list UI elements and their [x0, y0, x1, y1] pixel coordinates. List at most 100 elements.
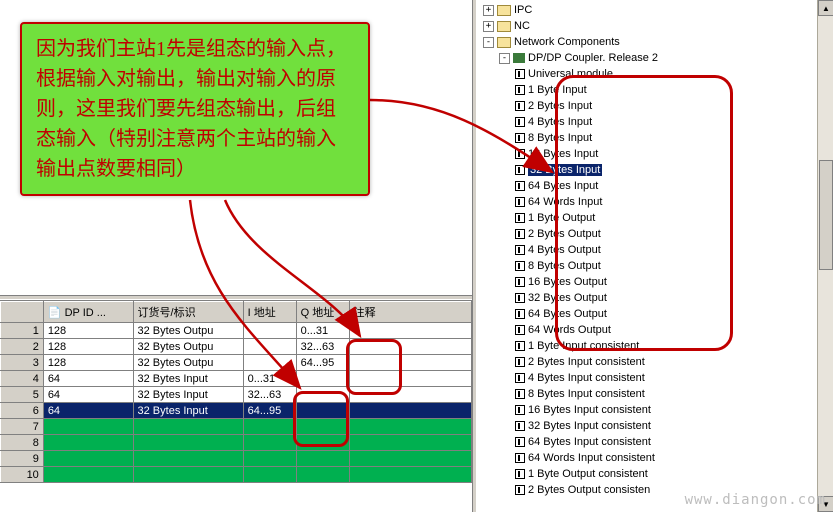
- tree-node-module[interactable]: 16 Bytes Input consistent: [515, 402, 817, 418]
- cell-order[interactable]: 32 Bytes Input: [133, 387, 243, 403]
- tree-node-module[interactable]: 1 Byte Input: [515, 82, 817, 98]
- cell-iaddr[interactable]: [243, 355, 296, 371]
- cell-iaddr[interactable]: [243, 323, 296, 339]
- table-row[interactable]: 112832 Bytes Outpu 0...31: [1, 323, 472, 339]
- cell-comment[interactable]: [349, 339, 471, 355]
- cell-comment[interactable]: [349, 387, 471, 403]
- cell-iaddr[interactable]: [243, 339, 296, 355]
- cell-slot[interactable]: 7: [1, 419, 44, 435]
- tree-node-module[interactable]: 4 Bytes Output: [515, 242, 817, 258]
- cell-empty[interactable]: [43, 451, 133, 467]
- tree-node-module[interactable]: 32 Bytes Input: [515, 162, 817, 178]
- tree-node-module[interactable]: 16 Bytes Output: [515, 274, 817, 290]
- table-row-empty[interactable]: 9: [1, 451, 472, 467]
- cell-dpid[interactable]: 128: [43, 355, 133, 371]
- cell-iaddr[interactable]: 0...31: [243, 371, 296, 387]
- expander-icon[interactable]: -: [499, 53, 510, 64]
- tree-node-coupler[interactable]: -DP/DP Coupler. Release 2Universal modul…: [499, 50, 817, 498]
- table-row-empty[interactable]: 7: [1, 419, 472, 435]
- cell-slot[interactable]: 1: [1, 323, 44, 339]
- cell-empty[interactable]: [43, 419, 133, 435]
- cell-empty[interactable]: [133, 451, 243, 467]
- cell-comment[interactable]: [349, 323, 471, 339]
- expander-icon[interactable]: +: [483, 21, 494, 32]
- tree-node-module[interactable]: 4 Bytes Input: [515, 114, 817, 130]
- col-iaddr-header[interactable]: I 地址: [243, 302, 296, 323]
- cell-order[interactable]: 32 Bytes Outpu: [133, 355, 243, 371]
- cell-empty[interactable]: [296, 419, 349, 435]
- cell-empty[interactable]: [43, 435, 133, 451]
- cell-qaddr[interactable]: [296, 387, 349, 403]
- cell-order[interactable]: 32 Bytes Outpu: [133, 339, 243, 355]
- table-row-empty[interactable]: 8: [1, 435, 472, 451]
- cell-order[interactable]: 32 Bytes Outpu: [133, 323, 243, 339]
- cell-comment[interactable]: [349, 403, 471, 419]
- cell-dpid[interactable]: 128: [43, 323, 133, 339]
- cell-empty[interactable]: [296, 451, 349, 467]
- cell-order[interactable]: 32 Bytes Input: [133, 371, 243, 387]
- tree-node-module[interactable]: 64 Words Output: [515, 322, 817, 338]
- tree-node-module[interactable]: 64 Words Input consistent: [515, 450, 817, 466]
- tree-node-module[interactable]: 1 Byte Output consistent: [515, 466, 817, 482]
- cell-empty[interactable]: [349, 451, 471, 467]
- tree-node-network-components[interactable]: -Network Components-DP/DP Coupler. Relea…: [483, 34, 817, 498]
- cell-qaddr[interactable]: 0...31: [296, 323, 349, 339]
- cell-empty[interactable]: [243, 435, 296, 451]
- cell-slot[interactable]: 8: [1, 435, 44, 451]
- tree-node-module[interactable]: Universal module: [515, 66, 817, 82]
- tree-node-module[interactable]: 8 Bytes Input consistent: [515, 386, 817, 402]
- cell-empty[interactable]: [133, 467, 243, 483]
- cell-empty[interactable]: [133, 419, 243, 435]
- cell-slot[interactable]: 10: [1, 467, 44, 483]
- tree-node-module[interactable]: 32 Bytes Output: [515, 290, 817, 306]
- cell-slot[interactable]: 2: [1, 339, 44, 355]
- hardware-catalog-tree[interactable]: +IPC+NC-Network Components-DP/DP Coupler…: [477, 0, 817, 498]
- cell-qaddr[interactable]: 64...95: [296, 355, 349, 371]
- col-comment-header[interactable]: 注释: [349, 302, 471, 323]
- expander-icon[interactable]: +: [483, 5, 494, 16]
- cell-dpid[interactable]: 64: [43, 403, 133, 419]
- cell-slot[interactable]: 5: [1, 387, 44, 403]
- col-slot-header[interactable]: [1, 302, 44, 323]
- col-order-header[interactable]: 订货号/标识: [133, 302, 243, 323]
- tree-node-module[interactable]: 1 Byte Output: [515, 210, 817, 226]
- cell-qaddr[interactable]: [296, 371, 349, 387]
- cell-empty[interactable]: [296, 467, 349, 483]
- cell-empty[interactable]: [349, 467, 471, 483]
- module-grid[interactable]: 📄 DP ID ... 订货号/标识 I 地址 Q 地址 注释 112832 B…: [0, 301, 472, 483]
- tree-node-module[interactable]: 2 Bytes Input consistent: [515, 354, 817, 370]
- cell-iaddr[interactable]: 64...95: [243, 403, 296, 419]
- cell-slot[interactable]: 6: [1, 403, 44, 419]
- tree-node-module[interactable]: 64 Words Input: [515, 194, 817, 210]
- cell-slot[interactable]: 9: [1, 451, 44, 467]
- tree-node-module[interactable]: 64 Bytes Output: [515, 306, 817, 322]
- cell-iaddr[interactable]: 32...63: [243, 387, 296, 403]
- tree-node-module[interactable]: 8 Bytes Input: [515, 130, 817, 146]
- tree-node-module[interactable]: 64 Bytes Input consistent: [515, 434, 817, 450]
- table-row[interactable]: 56432 Bytes Input32...63: [1, 387, 472, 403]
- table-row-empty[interactable]: 10: [1, 467, 472, 483]
- col-dpid-header[interactable]: 📄 DP ID ...: [43, 302, 133, 323]
- tree-node-module[interactable]: 2 Bytes Input: [515, 98, 817, 114]
- cell-comment[interactable]: [349, 371, 471, 387]
- cell-empty[interactable]: [243, 451, 296, 467]
- cell-empty[interactable]: [43, 467, 133, 483]
- cell-comment[interactable]: [349, 355, 471, 371]
- table-row[interactable]: 312832 Bytes Outpu 64...95: [1, 355, 472, 371]
- tree-node-module[interactable]: 8 Bytes Output: [515, 258, 817, 274]
- cell-slot[interactable]: 3: [1, 355, 44, 371]
- cell-empty[interactable]: [243, 419, 296, 435]
- col-qaddr-header[interactable]: Q 地址: [296, 302, 349, 323]
- tree-node-module[interactable]: 1 Byte Input consistent: [515, 338, 817, 354]
- table-row[interactable]: 212832 Bytes Outpu32...63: [1, 339, 472, 355]
- cell-empty[interactable]: [243, 467, 296, 483]
- expander-icon[interactable]: -: [483, 37, 494, 48]
- cell-empty[interactable]: [133, 435, 243, 451]
- cell-empty[interactable]: [349, 435, 471, 451]
- cell-qaddr[interactable]: 32...63: [296, 339, 349, 355]
- tree-node-module[interactable]: 64 Bytes Input: [515, 178, 817, 194]
- cell-empty[interactable]: [349, 419, 471, 435]
- cell-empty[interactable]: [296, 435, 349, 451]
- tree-node-module[interactable]: 16 Bytes Input: [515, 146, 817, 162]
- tree-node[interactable]: +IPC: [483, 2, 817, 18]
